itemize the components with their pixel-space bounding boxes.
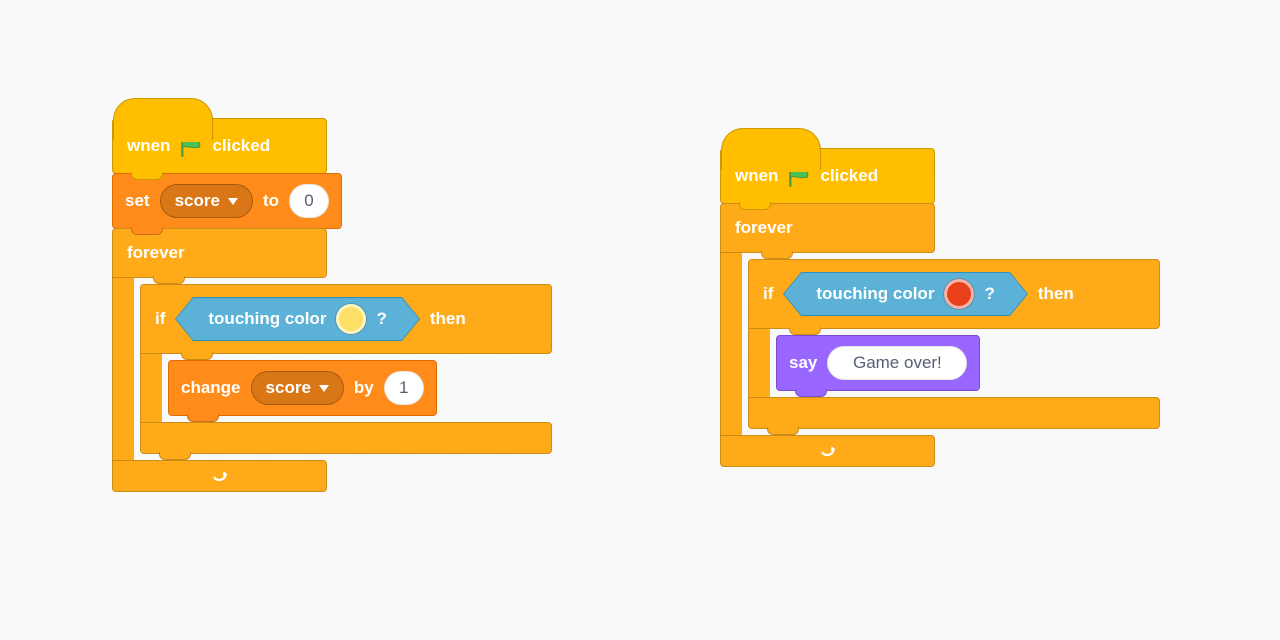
c-arm [748,329,770,397]
c-arm [140,354,162,422]
variable-name: score [175,191,220,211]
notch [761,251,793,259]
notch [187,414,219,422]
touching-color-label: touching color [208,309,326,329]
forever-block[interactable]: forever if touching color ? then [112,228,552,492]
notch [159,452,191,460]
forever-label: forever [735,218,793,238]
say-block[interactable]: say Game over! [776,335,980,391]
hat-when-flag-clicked[interactable]: when clicked [112,118,327,174]
if-label: if [155,309,165,329]
color-swatch[interactable] [944,279,974,309]
notch [767,427,799,435]
loop-arrow-icon [209,465,231,487]
change-variable-block[interactable]: change score by 1 [168,360,437,416]
to-label: to [263,191,279,211]
variable-name: score [266,378,311,398]
notch [795,389,827,397]
variable-dropdown[interactable]: score [251,371,344,405]
color-swatch[interactable] [336,304,366,334]
value-text: 0 [304,191,313,211]
question-mark: ? [376,309,386,329]
notch [181,352,213,360]
value-input[interactable]: 0 [289,184,329,218]
if-then-block[interactable]: if touching color ? then [748,259,1160,429]
message-text: Game over! [853,353,942,373]
c-arm [720,253,742,435]
hat-clicked-label: clicked [212,136,270,156]
then-label: then [430,309,466,329]
hat-when-flag-clicked[interactable]: when clicked [720,148,935,204]
message-input[interactable]: Game over! [827,346,967,380]
by-label: by [354,378,374,398]
touching-color-boolean[interactable]: touching color ? [801,272,1009,316]
notch [131,227,163,235]
if-then-block[interactable]: if touching color ? then [140,284,552,454]
notch [153,276,185,284]
notch [131,172,163,180]
hat-clicked-label: clicked [820,166,878,186]
value-text: 1 [399,378,408,398]
value-input[interactable]: 1 [384,371,424,405]
c-arm [112,278,134,460]
script-right: when clicked forever if touching color [720,148,1160,467]
loop-arrow-icon [817,440,839,462]
say-label: say [789,353,817,373]
if-label: if [763,284,773,304]
set-label: set [125,191,150,211]
forever-label: forever [127,243,185,263]
caret-down-icon [228,198,238,205]
touching-color-boolean[interactable]: touching color ? [193,297,401,341]
caret-down-icon [319,385,329,392]
variable-dropdown[interactable]: score [160,184,253,218]
hat-cap [113,98,213,140]
forever-block[interactable]: forever if touching color ? then [720,203,1160,467]
touching-color-label: touching color [816,284,934,304]
then-label: then [1038,284,1074,304]
notch [789,327,821,335]
question-mark: ? [984,284,994,304]
script-left: when clicked set score to 0 forever [112,118,552,492]
set-variable-block[interactable]: set score to 0 [112,173,342,229]
notch [739,202,771,210]
hat-cap [721,128,821,170]
change-label: change [181,378,241,398]
